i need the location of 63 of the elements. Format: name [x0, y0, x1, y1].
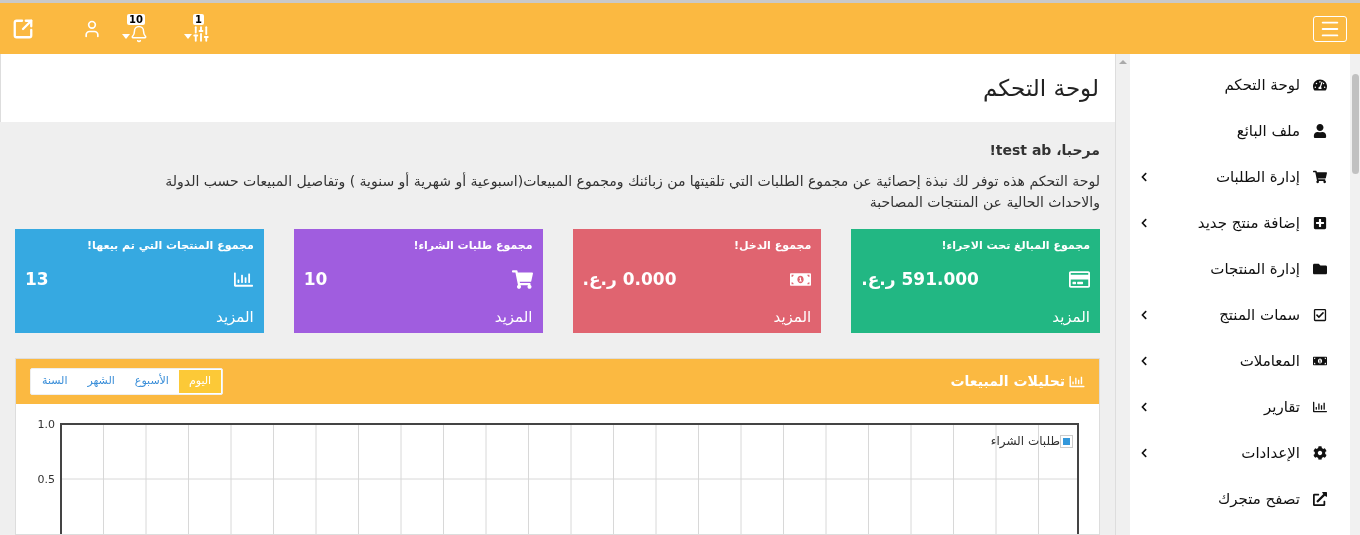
- legend-label: طلبات الشراء: [990, 433, 1060, 450]
- sidebar-item[interactable]: لوحة التحكم: [1130, 62, 1350, 108]
- sidebar-item[interactable]: تصفح متجرك: [1130, 476, 1350, 522]
- sidebar-label: إدارة الطلبات: [1214, 166, 1300, 188]
- external-link-icon: [1313, 492, 1327, 506]
- axis-label: 0.5: [37, 473, 55, 486]
- sidebar-label: ملف البائع: [1235, 120, 1300, 142]
- sidebar-label: المعاملات: [1238, 350, 1300, 372]
- stat-title: مجموع المبالغ تحت الاجراء!: [940, 238, 1090, 254]
- welcome-text: لوحة التحكم هذه توفر لك نبذة إحصائية عن مجموع الطلبات التي تلقيتها من زبائنك ومجموع المبيعات(اسبوعية أو شهرية أو سنوية ) وتفاصيل المبيعات حسب الدولة والاحداث الحالية عن المنتجات المصاحبة: [164, 171, 1100, 213]
- bar-chart-icon: [232, 269, 254, 289]
- external-link-icon: [12, 17, 34, 40]
- sliders-icon: [192, 23, 210, 44]
- bell-icon: [130, 23, 148, 44]
- sidebar-item[interactable]: إدارة الطلبات: [1130, 154, 1350, 200]
- gauge-icon: [1313, 78, 1327, 92]
- page-title: لوحة التحكم: [983, 73, 1099, 104]
- welcome-title: مرحبا، test ab!: [988, 141, 1100, 161]
- panel-title: تحليلات المبيعات: [950, 372, 1065, 391]
- checkbox-icon: [1313, 308, 1327, 322]
- settings-count: 1: [193, 13, 204, 25]
- sidebar-item[interactable]: الإعدادات: [1130, 430, 1350, 476]
- sidebar-label: إضافة منتج جديد: [1196, 212, 1300, 234]
- caret-icon: [184, 33, 192, 39]
- sidebar-label: إدارة المنتجات: [1209, 258, 1300, 280]
- sidebar-item[interactable]: سمات المنتج: [1130, 292, 1350, 338]
- notifications-button[interactable]: 10: [122, 13, 150, 44]
- bar-chart-icon: [1313, 400, 1327, 414]
- stat-title: مجموع المنتجات التي تم بيعها!: [86, 238, 254, 254]
- sidebar-item[interactable]: إدارة المنتجات: [1130, 246, 1350, 292]
- sidebar-item[interactable]: تقارير: [1130, 384, 1350, 430]
- sidebar-label: الإعدادات: [1240, 442, 1300, 464]
- sidebar-item[interactable]: المعاملات: [1130, 338, 1350, 384]
- stat-title: مجموع الدخل!: [732, 238, 812, 254]
- sidebar-label: لوحة التحكم: [1223, 74, 1300, 96]
- sidebar-label: تقارير: [1262, 396, 1300, 418]
- cart-icon: [1313, 170, 1327, 184]
- credit-card-icon: [1069, 269, 1090, 289]
- more-link[interactable]: المزيد: [494, 306, 533, 329]
- stat-value: 0.000 ر.ع.: [582, 267, 677, 291]
- user-icon: [1313, 124, 1327, 138]
- stat-value: 10: [303, 267, 328, 291]
- caret-icon: [122, 33, 130, 39]
- sidebar-item[interactable]: إضافة منتج جديد: [1130, 200, 1350, 246]
- user-button[interactable]: [82, 18, 102, 39]
- stat-title: مجموع طلبات الشراء!: [412, 238, 533, 254]
- notification-count: 10: [127, 13, 145, 25]
- settings-icon: [1313, 446, 1327, 460]
- plus-icon: [1313, 216, 1327, 230]
- sidebar-item[interactable]: ملف البائع: [1130, 108, 1350, 154]
- axis-label: 1.0: [37, 418, 55, 431]
- menu-button[interactable]: [1313, 15, 1347, 42]
- folder-icon: [1313, 262, 1327, 276]
- external-link-button[interactable]: [12, 17, 34, 40]
- settings-button[interactable]: 1: [184, 13, 210, 44]
- bar-chart-icon: [1069, 374, 1085, 389]
- stat-value: 13: [25, 267, 49, 291]
- cart-icon: [511, 269, 533, 289]
- user-icon: [82, 18, 102, 39]
- sidebar-label: سمات المنتج: [1218, 304, 1300, 326]
- money-icon: [1313, 354, 1327, 368]
- sidebar-label: تصفح متجرك: [1216, 488, 1300, 510]
- stat-value: 591.000 ر.ع.: [861, 267, 979, 291]
